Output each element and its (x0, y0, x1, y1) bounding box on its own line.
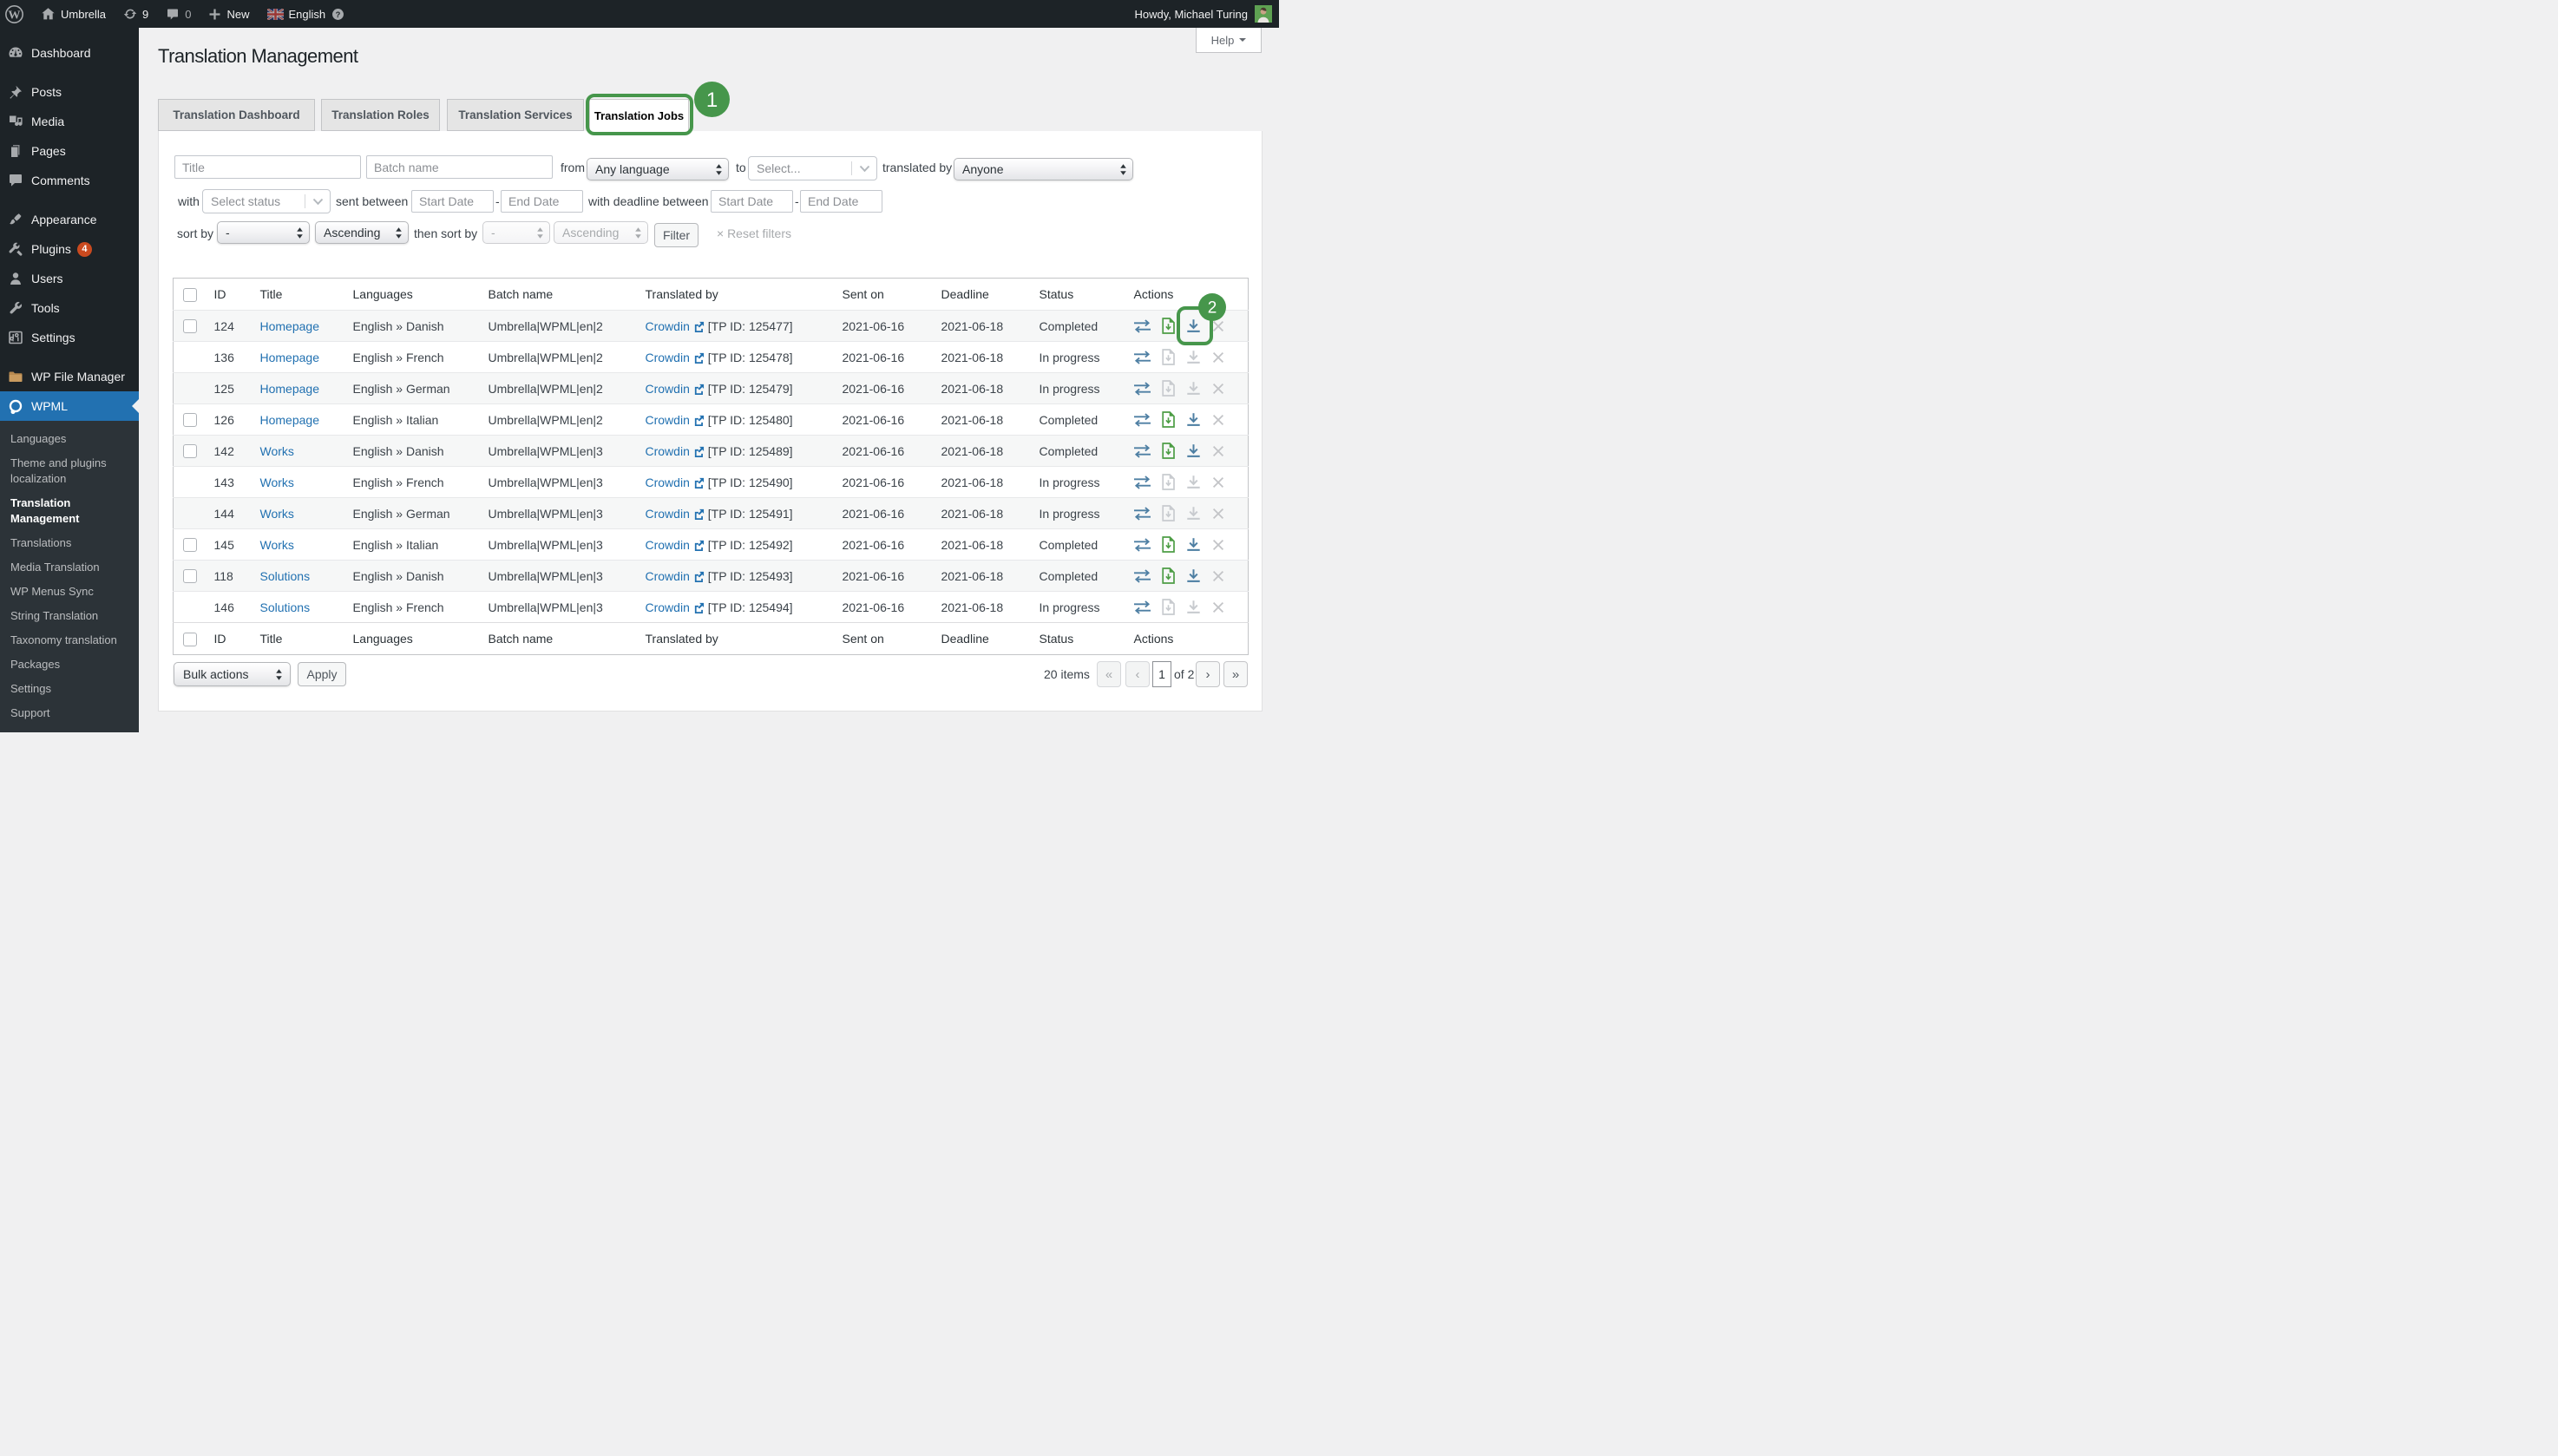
svg-text:1: 1 (706, 89, 718, 112)
svg-text:?: ? (336, 10, 341, 18)
svg-text:W: W (8, 8, 20, 22)
svg-text:2: 2 (1208, 299, 1217, 318)
